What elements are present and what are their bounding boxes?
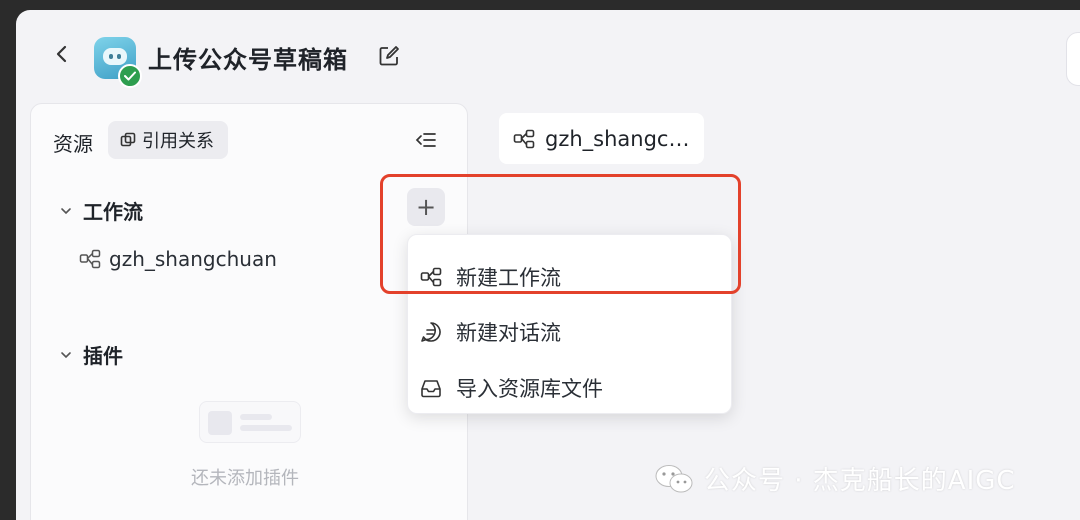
plugin-section-label: 插件 (83, 344, 123, 368)
watermark-text: 公众号 · 杰克船长的AIGC (704, 466, 1016, 496)
resource-panel: 资源 引用关系 工作流 + gzh_shangchuan 插件 还未添加插件 (30, 103, 468, 520)
wechat-icon (655, 464, 693, 492)
empty-state-illustration (199, 401, 301, 443)
menu-item-new-chatflow[interactable]: 新建对话流 (420, 310, 561, 354)
resources-label: 资源 (53, 132, 93, 156)
references-button[interactable]: 引用关系 (108, 121, 228, 159)
header: 上传公众号草稿箱 (16, 10, 1080, 102)
watermark: 公众号 · 杰克船长的AIGC (654, 460, 1016, 497)
references-label: 引用关系 (142, 131, 214, 152)
collapse-left-icon (415, 133, 436, 147)
workflow-section-header[interactable]: 工作流 (59, 196, 143, 225)
menu-item-label: 新建对话流 (456, 321, 561, 345)
tab-label: gzh_shangchuan (545, 126, 695, 151)
inbox-icon (421, 380, 441, 398)
edit-title-button[interactable] (378, 45, 402, 69)
workflow-icon (79, 249, 101, 269)
highlight-annotation (380, 174, 741, 294)
workflow-item-label: gzh_shangchuan (109, 247, 277, 271)
plugin-empty-text: 还未添加插件 (191, 468, 299, 489)
chevron-down-icon (61, 351, 71, 358)
plugin-section-header[interactable]: 插件 (59, 340, 123, 369)
workflow-icon (513, 129, 535, 148)
menu-item-label: 导入资源库文件 (456, 377, 603, 401)
tab-workflow[interactable]: gzh_shangchuan (499, 113, 704, 164)
published-check-icon (118, 64, 142, 88)
chevron-left-icon (56, 45, 67, 63)
workflow-section-label: 工作流 (83, 200, 143, 224)
chat-icon (421, 322, 441, 342)
menu-item-import-library-file[interactable]: 导入资源库文件 (420, 366, 603, 410)
edit-icon (379, 46, 399, 66)
app-window: 上传公众号草稿箱 资源 引用关系 工作流 + gzh_shangchuan 插件 (16, 10, 1080, 520)
collapse-panel-button[interactable] (415, 130, 439, 154)
copy-link-icon (120, 132, 136, 147)
top-right-button[interactable] (1066, 32, 1080, 86)
workflow-item[interactable]: gzh_shangchuan (79, 247, 277, 271)
page-title: 上传公众号草稿箱 (148, 46, 348, 74)
back-button[interactable] (50, 42, 74, 66)
chevron-down-icon (61, 207, 71, 214)
